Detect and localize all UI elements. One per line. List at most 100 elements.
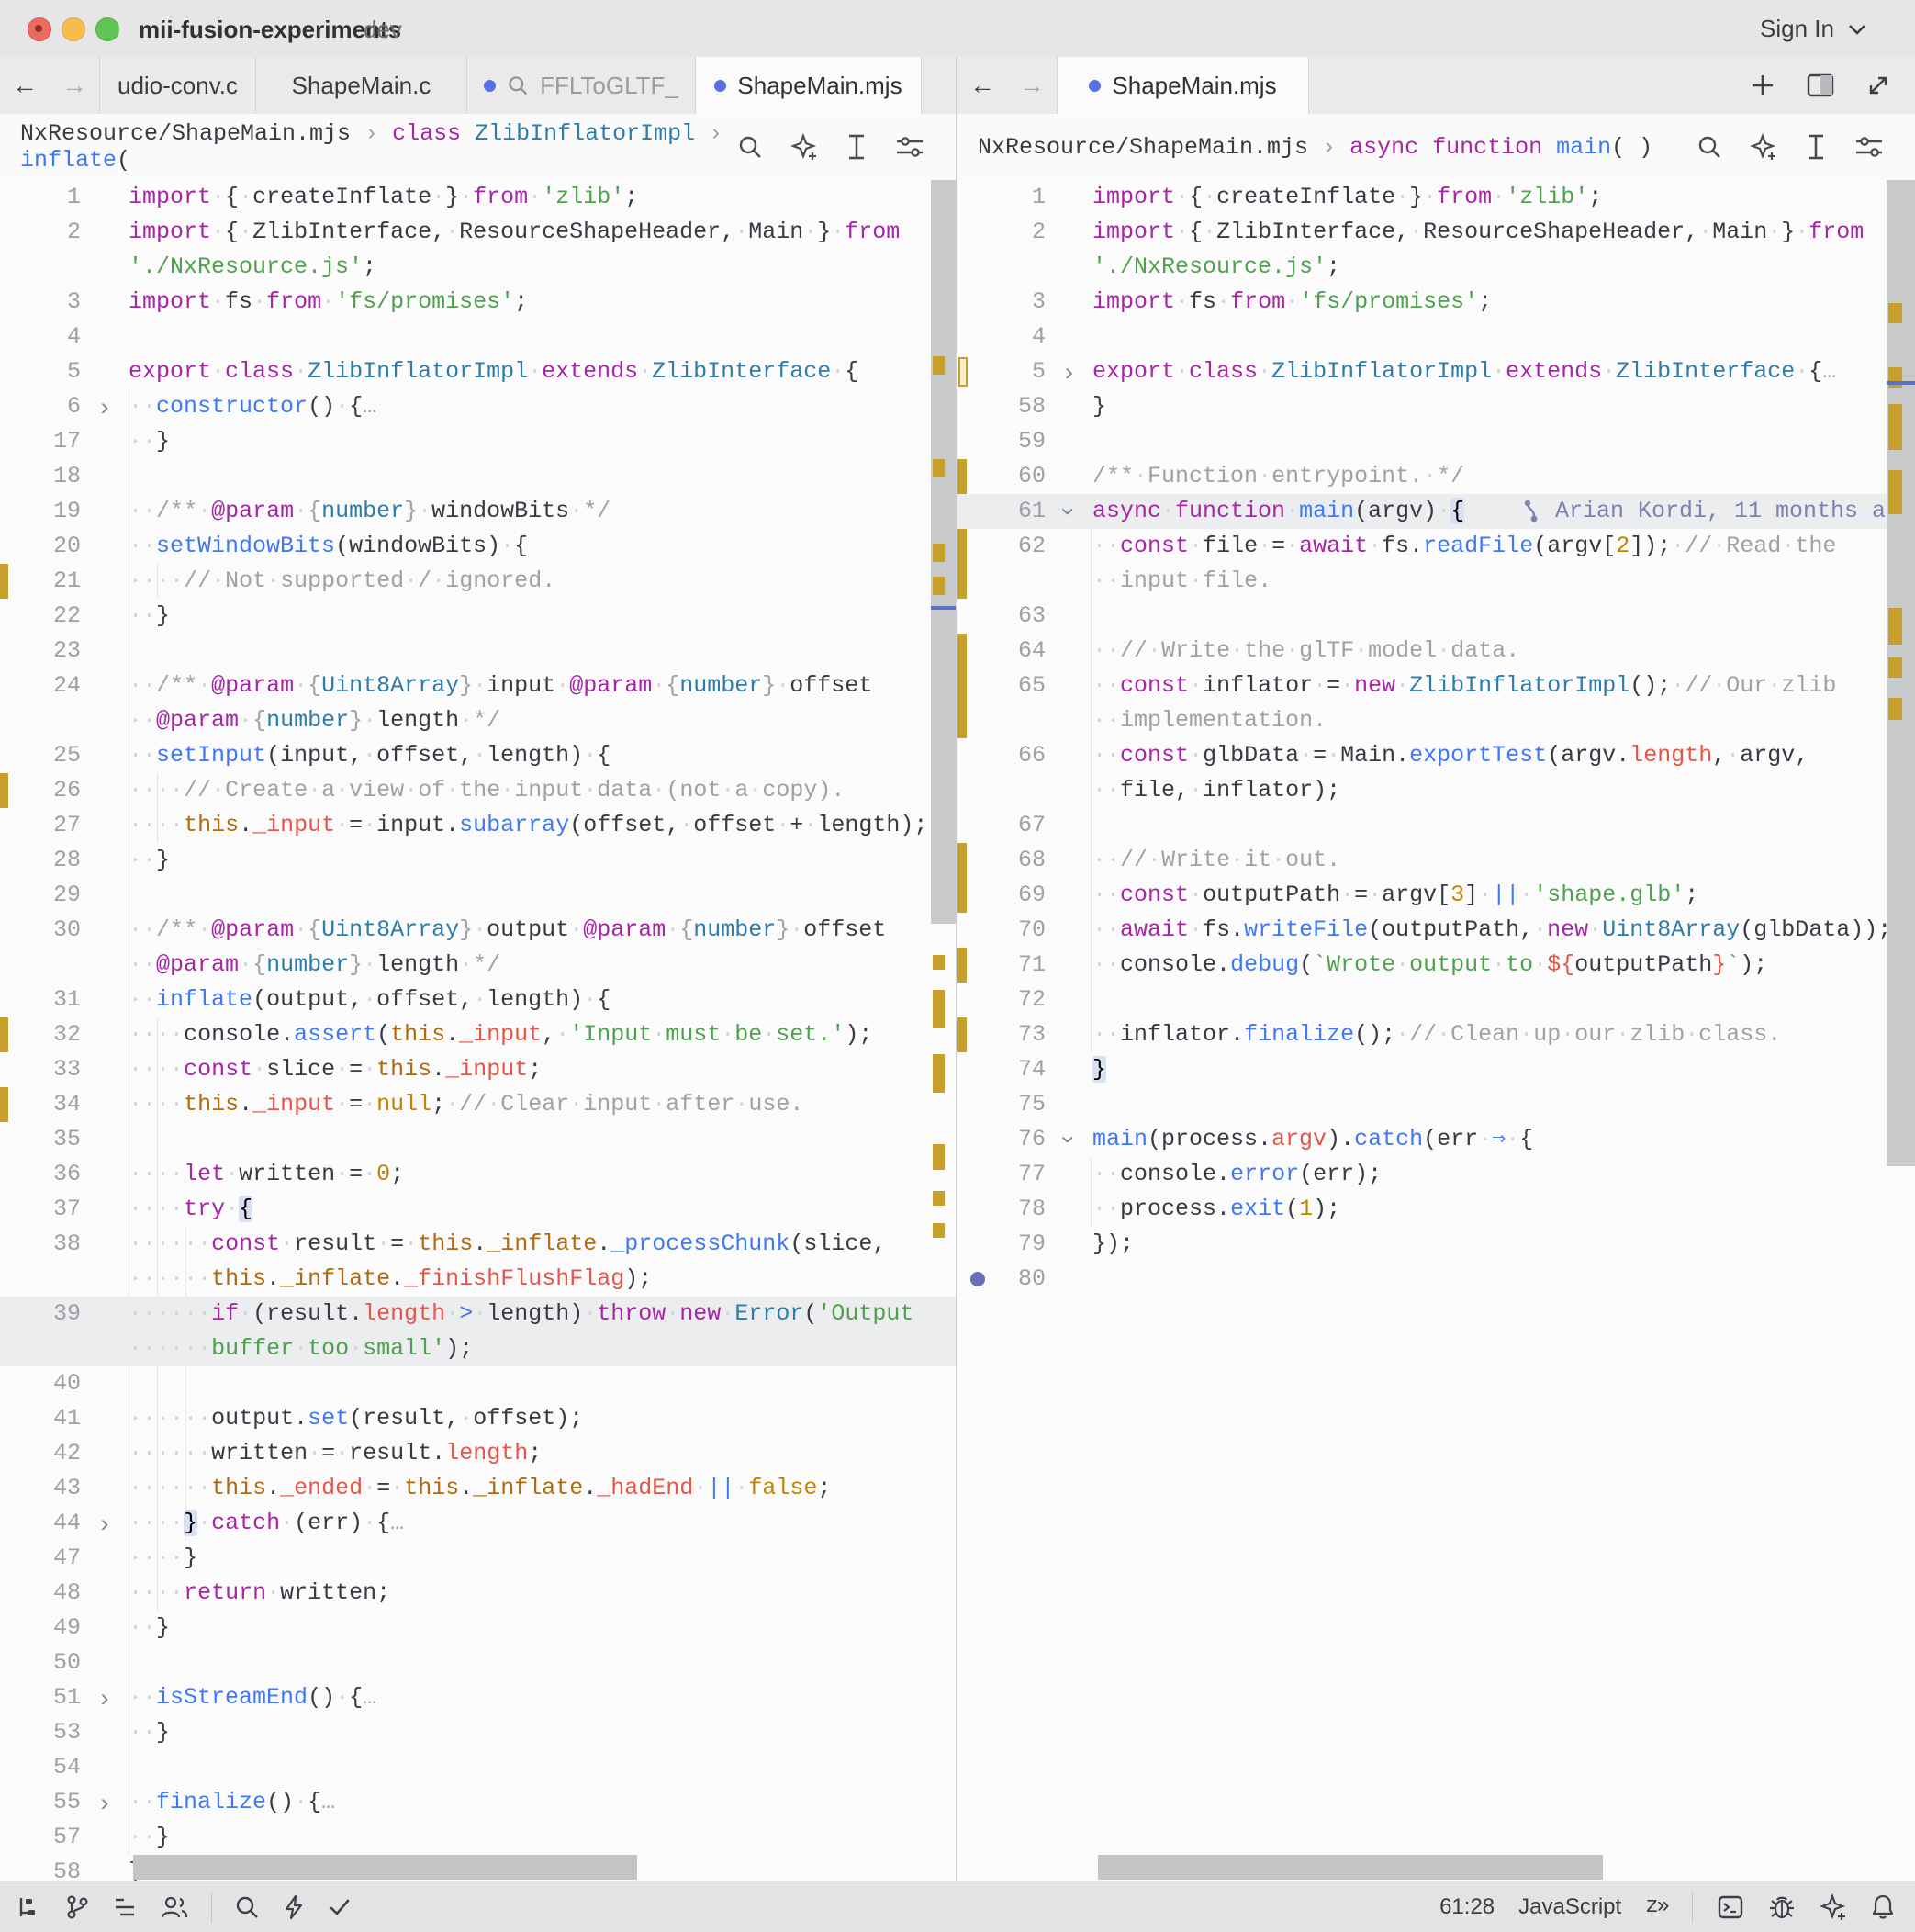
left-breadcrumb[interactable]: NxResource/ShapeMain.mjs › class ZlibInf… xyxy=(0,114,956,180)
line-number[interactable]: 62 xyxy=(958,529,1046,564)
close-window-button[interactable] xyxy=(28,17,51,41)
code-line-19[interactable]: 19··/**·@param·{number}·windowBits·*/ xyxy=(0,494,956,529)
git-branch-name[interactable]: dev xyxy=(364,16,402,44)
line-number[interactable]: 29 xyxy=(0,878,81,913)
code-line-wrap[interactable]: './NxResource.js'; xyxy=(958,250,1915,285)
line-number[interactable]: 47 xyxy=(0,1541,81,1576)
horizontal-scrollbar[interactable] xyxy=(133,1855,637,1880)
line-number[interactable]: 67 xyxy=(958,808,1046,843)
line-number[interactable]: 54 xyxy=(0,1750,81,1785)
code-line-62[interactable]: 62··const·file·=·await·fs.readFile(argv[… xyxy=(958,529,1915,564)
tab-shapemain-c[interactable]: ShapeMain.c xyxy=(256,57,467,114)
code-line-38[interactable]: 38······const·result·=·this._inflate._pr… xyxy=(0,1227,956,1262)
code-line-23[interactable]: 23 xyxy=(0,634,956,668)
line-number[interactable]: 2 xyxy=(958,215,1046,250)
line-number[interactable]: 21 xyxy=(0,564,81,599)
line-number[interactable]: 5 xyxy=(0,354,81,389)
code-line-80[interactable]: 80 xyxy=(958,1262,1915,1297)
code-line-27[interactable]: 27····this._input·=·input.subarray(offse… xyxy=(0,808,956,843)
line-number[interactable]: 73 xyxy=(958,1017,1046,1052)
line-number[interactable]: 32 xyxy=(0,1017,81,1052)
right-breadcrumb[interactable]: NxResource/ShapeMain.mjs › async functio… xyxy=(958,114,1915,180)
code-line-25[interactable]: 25··setInput(input,·offset,·length)·{ xyxy=(0,738,956,773)
code-line-wrap[interactable]: ··@param·{number}·length·*/ xyxy=(0,948,956,983)
zoom-window-button[interactable] xyxy=(95,17,119,41)
tab-shapemain-mjs[interactable]: ShapeMain.mjs xyxy=(696,57,922,115)
code-line-41[interactable]: 41······output.set(result,·offset); xyxy=(0,1401,956,1436)
sign-in-button[interactable]: Sign In xyxy=(1760,15,1867,43)
fold-collapsed-icon[interactable]: › xyxy=(81,1785,129,1820)
line-number[interactable]: 70 xyxy=(958,913,1046,948)
code-line-77[interactable]: 77··console.error(err); xyxy=(958,1157,1915,1192)
line-number[interactable] xyxy=(958,703,1046,738)
tab-ffltogltf-[interactable]: FFLToGLTF_ xyxy=(467,57,696,114)
code-line-43[interactable]: 43······this._ended·=·this._inflate._had… xyxy=(0,1471,956,1506)
edit-prediction-icon[interactable]: z» xyxy=(1645,1894,1668,1919)
project-panel-icon[interactable] xyxy=(17,1894,42,1920)
code-line-30[interactable]: 30··/**·@param·{Uint8Array}·output·@para… xyxy=(0,913,956,948)
line-number[interactable]: 43 xyxy=(0,1471,81,1506)
line-number[interactable]: 51 xyxy=(0,1680,81,1715)
code-line-18[interactable]: 18 xyxy=(0,459,956,494)
line-number[interactable]: 31 xyxy=(0,983,81,1017)
fold-collapsed-icon[interactable]: › xyxy=(81,389,129,424)
line-number[interactable]: 25 xyxy=(0,738,81,773)
line-number[interactable]: 59 xyxy=(958,424,1046,459)
line-number[interactable] xyxy=(958,250,1046,285)
line-number[interactable]: 37 xyxy=(0,1192,81,1227)
fold-collapsed-icon[interactable]: › xyxy=(81,1506,129,1541)
line-number[interactable]: 39 xyxy=(0,1297,81,1331)
line-number[interactable]: 72 xyxy=(958,983,1046,1017)
diagnostics-check-icon[interactable] xyxy=(328,1895,352,1919)
code-line-3[interactable]: 3import·fs·from·'fs/promises'; xyxy=(0,285,956,320)
navigate-forward-icon[interactable]: → xyxy=(62,71,87,100)
line-number[interactable]: 23 xyxy=(0,634,81,668)
code-line-wrap[interactable]: ··file,·inflator); xyxy=(958,773,1915,808)
line-number[interactable]: 4 xyxy=(958,320,1046,354)
code-line-40[interactable]: 40 xyxy=(0,1366,956,1401)
code-line-76[interactable]: 76›main(process.argv).catch(err·⇒·{ xyxy=(958,1122,1915,1157)
editor-controls-icon[interactable] xyxy=(1854,135,1884,159)
code-line-39[interactable]: 39······if·(result.length·>·length)·thro… xyxy=(0,1297,956,1331)
code-line-48[interactable]: 48····return·written; xyxy=(0,1576,956,1611)
code-line-37[interactable]: 37····try·{ xyxy=(0,1192,956,1227)
code-line-75[interactable]: 75 xyxy=(958,1087,1915,1122)
line-number[interactable] xyxy=(0,948,81,983)
code-line-61[interactable]: 61›async·function·main(argv)·{Arian Kord… xyxy=(958,494,1915,529)
code-line-21[interactable]: 21····//·Not·supported·/·ignored. xyxy=(0,564,956,599)
fold-expanded-icon[interactable]: › xyxy=(1052,1117,1087,1163)
fold-collapsed-icon[interactable]: › xyxy=(1046,354,1092,389)
code-line-1[interactable]: 1import·{·createInflate·}·from·'zlib'; xyxy=(0,180,956,215)
code-line-4[interactable]: 4 xyxy=(0,320,956,354)
navigate-back-icon[interactable]: ← xyxy=(12,71,38,100)
line-number[interactable]: 64 xyxy=(958,634,1046,668)
cursor-position[interactable]: 61:28 xyxy=(1439,1894,1495,1920)
code-line-64[interactable]: 64··//·Write·the·glTF·model·data. xyxy=(958,634,1915,668)
line-number[interactable]: 57 xyxy=(0,1820,81,1855)
git-blame[interactable]: Arian Kordi, 11 months ago xyxy=(1524,494,1913,529)
tab-shapemain-mjs[interactable]: ShapeMain.mjs xyxy=(1058,57,1309,115)
line-number[interactable]: 55 xyxy=(0,1785,81,1820)
line-number[interactable]: 40 xyxy=(0,1366,81,1401)
search-icon[interactable] xyxy=(1697,134,1722,160)
line-number[interactable]: 18 xyxy=(0,459,81,494)
line-number[interactable]: 66 xyxy=(958,738,1046,773)
line-number[interactable]: 24 xyxy=(0,668,81,703)
code-line-68[interactable]: 68··//·Write·it·out. xyxy=(958,843,1915,878)
code-line-78[interactable]: 78··process.exit(1); xyxy=(958,1192,1915,1227)
line-number[interactable] xyxy=(0,703,81,738)
sparkle-ai-icon[interactable] xyxy=(790,133,818,161)
line-number[interactable]: 3 xyxy=(958,285,1046,320)
search-icon[interactable] xyxy=(737,134,763,160)
new-tab-icon[interactable] xyxy=(1750,73,1775,98)
line-number[interactable]: 78 xyxy=(958,1192,1046,1227)
line-number[interactable]: 38 xyxy=(0,1227,81,1262)
code-line-70[interactable]: 70··await·fs.writeFile(outputPath,·new·U… xyxy=(958,913,1915,948)
code-line-34[interactable]: 34····this._input·=·null;·//·Clear·input… xyxy=(0,1087,956,1122)
gutter-dot-icon[interactable] xyxy=(970,1272,985,1286)
code-line-60[interactable]: 60/**·Function·entrypoint.·*/ xyxy=(958,459,1915,494)
code-line-47[interactable]: 47····} xyxy=(0,1541,956,1576)
line-number[interactable]: 35 xyxy=(0,1122,81,1157)
line-number[interactable]: 3 xyxy=(0,285,81,320)
line-number[interactable]: 50 xyxy=(0,1646,81,1680)
